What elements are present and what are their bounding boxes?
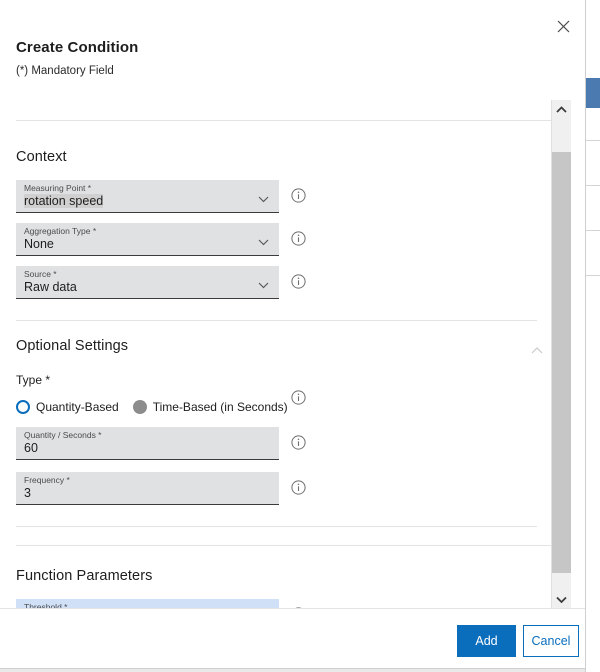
chevron-down-icon[interactable] — [258, 190, 269, 208]
radio-selected-icon — [16, 400, 30, 414]
radio-time-based[interactable]: Time-Based (in Seconds) — [132, 400, 288, 414]
divider — [16, 320, 537, 321]
info-icon[interactable] — [291, 188, 306, 203]
function-parameters-section-header: Function Parameters — [0, 568, 553, 584]
background-accent-bar — [586, 78, 600, 108]
chevron-up-icon[interactable] — [531, 341, 543, 359]
info-icon[interactable] — [291, 435, 306, 450]
optional-settings-section-header: Optional Settings — [0, 338, 553, 354]
source-select[interactable]: Source * Raw data — [16, 266, 279, 299]
dialog-content: Context Measuring Point * rotation speed — [0, 110, 553, 609]
radio-quantity-based-label: Quantity-Based — [36, 400, 119, 414]
scroll-up-button[interactable] — [552, 100, 571, 118]
footer-separator — [0, 668, 585, 672]
measuring-point-select[interactable]: Measuring Point * rotation speed — [16, 180, 279, 213]
frequency-label: Frequency * — [24, 475, 70, 485]
aggregation-type-label: Aggregation Type * — [24, 226, 97, 236]
field-row-frequency: Frequency * 3 — [0, 472, 553, 506]
context-section-header: Context — [0, 149, 553, 165]
radio-quantity-based[interactable]: Quantity-Based — [16, 400, 119, 414]
dialog-header: Create Condition (*) Mandatory Field — [0, 0, 585, 110]
close-icon[interactable] — [547, 10, 579, 42]
field-row-source: Source * Raw data — [0, 266, 553, 300]
add-button[interactable]: Add — [457, 625, 516, 657]
info-icon[interactable] — [291, 274, 306, 289]
measuring-point-value: rotation speed — [24, 194, 104, 208]
radio-time-based-label: Time-Based (in Seconds) — [152, 400, 288, 414]
info-icon[interactable] — [291, 480, 306, 495]
section-title-function-parameters: Function Parameters — [16, 568, 153, 584]
field-row-aggregation-type: Aggregation Type * None — [0, 223, 553, 257]
field-row-quantity-seconds: Quantity / Seconds * 60 — [0, 427, 553, 461]
info-icon[interactable] — [291, 390, 306, 405]
frequency-input[interactable]: Frequency * 3 — [16, 472, 279, 505]
vertical-scrollbar[interactable] — [551, 100, 571, 608]
dialog-footer: Add Cancel — [0, 608, 585, 672]
chevron-down-icon[interactable] — [258, 233, 269, 251]
create-condition-dialog: Create Condition (*) Mandatory Field Con… — [0, 0, 586, 672]
quantity-seconds-value: 60 — [24, 441, 38, 455]
aggregation-type-select[interactable]: Aggregation Type * None — [16, 223, 279, 256]
background-line — [586, 185, 600, 186]
frequency-value: 3 — [24, 486, 31, 500]
mandatory-field-note: (*) Mandatory Field — [16, 65, 114, 77]
divider — [16, 120, 553, 121]
source-label: Source * — [24, 269, 57, 279]
source-value: Raw data — [24, 280, 77, 294]
cancel-button[interactable]: Cancel — [523, 625, 579, 657]
page-title: Create Condition — [16, 39, 139, 56]
divider — [16, 526, 537, 527]
info-icon[interactable] — [291, 231, 306, 246]
quantity-seconds-input[interactable]: Quantity / Seconds * 60 — [16, 427, 279, 460]
background-line — [586, 275, 600, 276]
type-radio-group: Quantity-Based Time-Based (in Seconds) — [0, 390, 553, 417]
background-line — [586, 140, 600, 141]
field-row-measuring-point: Measuring Point * rotation speed — [0, 180, 553, 214]
divider — [16, 545, 553, 546]
section-title-context: Context — [16, 149, 67, 165]
page-background-strip — [586, 0, 600, 672]
type-label: Type * — [16, 373, 51, 387]
quantity-seconds-label: Quantity / Seconds * — [24, 430, 102, 440]
chevron-down-icon[interactable] — [258, 276, 269, 294]
measuring-point-label: Measuring Point * — [24, 183, 92, 193]
aggregation-type-value: None — [24, 237, 54, 251]
scrollbar-thumb[interactable] — [552, 152, 571, 573]
section-title-optional-settings: Optional Settings — [16, 338, 129, 354]
scroll-down-button[interactable] — [552, 590, 571, 608]
radio-unselected-icon — [132, 400, 147, 414]
background-line — [586, 230, 600, 231]
